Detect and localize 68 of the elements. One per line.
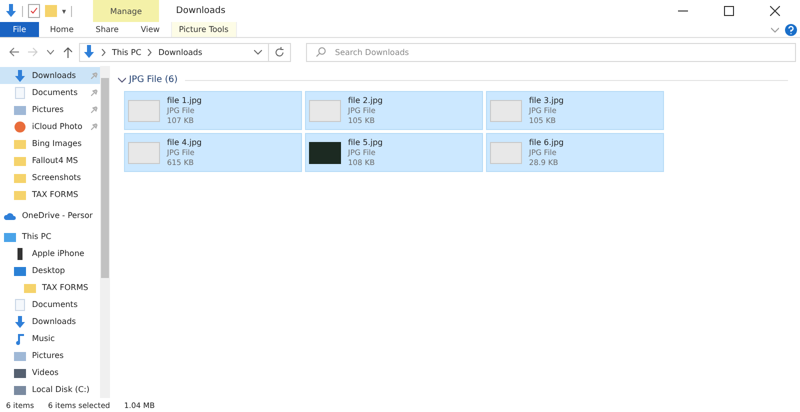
file-name: file 6.jpg [529, 138, 564, 148]
download-icon [14, 316, 26, 328]
folder-icon [14, 188, 26, 200]
sidebar-item[interactable]: Music [0, 330, 100, 347]
maximize-icon[interactable] [724, 6, 734, 16]
address-bar[interactable]: This PC Downloads [79, 42, 269, 62]
music-icon [14, 332, 26, 344]
file-name: file 1.jpg [167, 96, 202, 106]
folder-icon [24, 282, 36, 294]
breadcrumb[interactable]: This PC [112, 48, 142, 56]
window-title: Downloads [176, 6, 226, 16]
folder-icon [14, 172, 26, 184]
up-arrow-icon[interactable] [63, 46, 73, 58]
pin-icon[interactable] [91, 89, 98, 96]
ribbon-tab[interactable]: Home [39, 22, 85, 37]
ribbon-tab[interactable]: File [0, 22, 39, 37]
context-group-label: Manage [93, 0, 160, 22]
search-field[interactable]: Search Downloads [306, 42, 796, 62]
sidebar-item[interactable]: Pictures [0, 347, 100, 364]
search-icon [316, 47, 326, 57]
scrollbar[interactable] [100, 66, 110, 398]
sidebar-item[interactable]: Documents [0, 296, 100, 313]
download-icon [14, 70, 26, 82]
file-name: file 2.jpg [348, 96, 383, 106]
download-arrow-icon[interactable] [5, 4, 17, 18]
sidebar-item[interactable]: Screenshots [0, 169, 100, 186]
refresh-button[interactable] [269, 42, 291, 62]
ribbon-tab[interactable]: Picture Tools [170, 22, 237, 37]
sidebar-item[interactable]: OneDrive - Persor [0, 207, 100, 224]
sidebar-item[interactable]: Pictures [0, 101, 100, 118]
pin-icon[interactable] [91, 123, 98, 130]
chevron-down-icon[interactable] [47, 50, 54, 54]
download-arrow-icon [83, 45, 95, 59]
sidebar-item[interactable]: Downloads [0, 67, 100, 84]
chevron-down-icon[interactable] [254, 50, 262, 54]
sidebar-item[interactable]: Documents [0, 84, 100, 101]
sidebar-item[interactable]: TAX FORMS [0, 279, 100, 296]
group-header[interactable]: JPG File (6) [129, 75, 178, 85]
sidebar-item[interactable]: iCloud Photo [0, 118, 100, 135]
refresh-icon [274, 46, 285, 58]
file-name: file 5.jpg [348, 138, 383, 148]
sidebar-item[interactable]: Desktop [0, 262, 100, 279]
help-icon[interactable] [785, 24, 797, 36]
sidebar-item[interactable]: TAX FORMS [0, 186, 100, 203]
document-icon [14, 86, 26, 98]
sidebar-item[interactable]: Downloads [0, 313, 100, 330]
close-icon[interactable] [770, 6, 780, 16]
customize-toolbar-button[interactable]: ▾ [62, 6, 66, 16]
sidebar-item[interactable]: Local Disk (C:) [0, 381, 100, 398]
back-arrow-icon[interactable] [9, 47, 19, 57]
breadcrumb[interactable]: Downloads [158, 48, 202, 56]
file-name: file 4.jpg [167, 138, 202, 148]
pin-icon[interactable] [91, 106, 98, 113]
sidebar-item[interactable]: Videos [0, 364, 100, 381]
ribbon-tab[interactable]: View [130, 22, 171, 37]
photos-icon [14, 120, 26, 132]
sidebar-item[interactable]: This PC [0, 228, 100, 245]
file-name: file 3.jpg [529, 96, 564, 106]
folder-icon [14, 154, 26, 166]
document-icon [14, 298, 26, 310]
chevron-down-icon[interactable] [118, 77, 126, 83]
ribbon-tab[interactable]: Share [84, 22, 130, 37]
breadcrumb-chevron-icon [101, 48, 106, 56]
breadcrumb-chevron-icon [147, 48, 152, 56]
folder-icon [14, 138, 26, 150]
sidebar-item[interactable]: Bing Images [0, 135, 100, 152]
sidebar-item[interactable]: Apple iPhone [0, 245, 100, 262]
sidebar-item[interactable]: Fallout4 MS [0, 152, 100, 169]
